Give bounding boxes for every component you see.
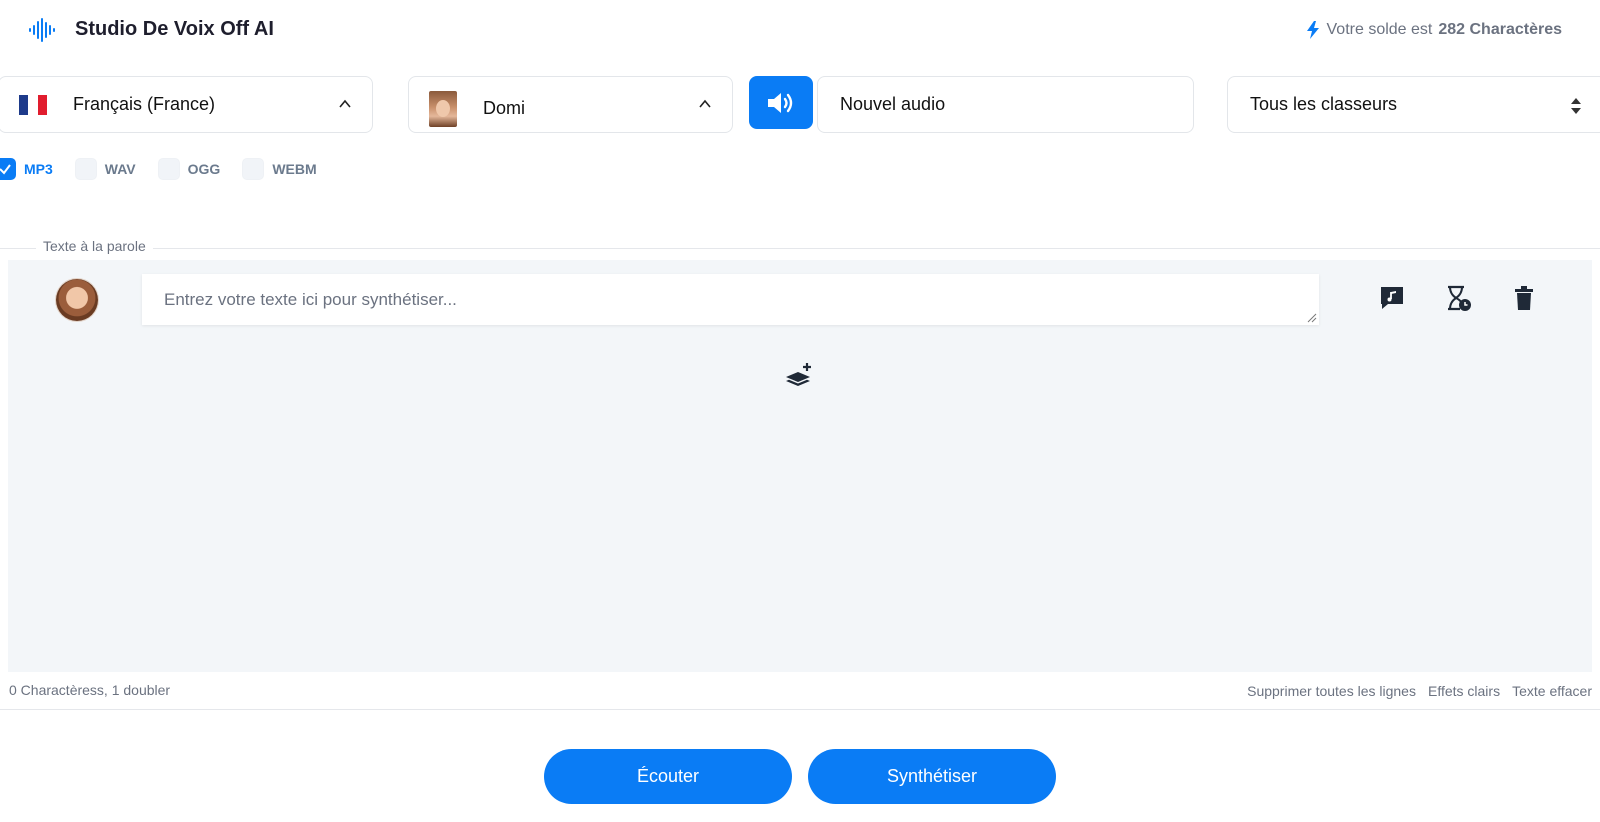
synthesize-button[interactable]: Synthétiser (808, 749, 1056, 804)
speaker-icon (768, 92, 793, 113)
add-layer-icon[interactable] (786, 362, 814, 388)
music-note-comment-icon[interactable] (1378, 284, 1406, 312)
footer-divider (0, 709, 1600, 710)
checkbox-checked-icon (0, 158, 16, 180)
format-options: MP3 WAV OGG WEBM (0, 158, 339, 180)
sort-arrows-icon (1571, 98, 1581, 114)
format-webm-checkbox[interactable]: WEBM (242, 158, 317, 180)
format-label: WAV (104, 161, 136, 177)
clear-text-link[interactable]: Texte effacer (1512, 683, 1592, 699)
language-select[interactable]: Français (France) (0, 76, 373, 133)
app-header: Studio De Voix Off AI Votre solde est 28… (0, 0, 1600, 60)
clear-effects-link[interactable]: Effets clairs (1428, 683, 1500, 699)
checkbox-icon (157, 158, 180, 180)
format-ogg-checkbox[interactable]: OGG (157, 158, 221, 180)
editor-footer-links: Supprimer toutes les lignes Effets clair… (1247, 683, 1592, 699)
text-to-speech-input[interactable] (142, 274, 1319, 325)
app-title: Studio De Voix Off AI (75, 18, 274, 40)
listen-button[interactable]: Écouter (544, 749, 792, 804)
checkbox-icon (74, 158, 97, 180)
character-count: 0 Charactèress, 1 doubler (9, 682, 171, 698)
resize-handle-icon[interactable] (1307, 313, 1317, 323)
language-label: Français (France) (73, 94, 216, 114)
france-flag-icon (19, 94, 47, 115)
format-wav-checkbox[interactable]: WAV (74, 158, 136, 180)
section-divider (0, 248, 1600, 249)
balance-prefix: Votre solde est (1326, 21, 1433, 38)
preview-voice-button[interactable] (749, 76, 813, 129)
format-label: WEBM (272, 161, 317, 177)
section-title: Texte à la parole (36, 238, 153, 254)
speaker-avatar[interactable] (56, 279, 98, 321)
format-mp3-checkbox[interactable]: MP3 (0, 158, 53, 180)
audio-name-input[interactable] (817, 76, 1194, 133)
chevron-up-icon (699, 99, 711, 108)
trash-icon[interactable] (1510, 284, 1538, 312)
balance-value: 282 Charactères (1438, 21, 1562, 38)
format-label: MP3 (24, 161, 53, 177)
folder-label: Tous les classeurs (1250, 94, 1398, 114)
checkbox-icon (242, 158, 265, 180)
voice-label: Domi (483, 98, 526, 118)
voice-avatar (429, 90, 457, 127)
delete-all-rows-link[interactable]: Supprimer toutes les lignes (1247, 683, 1416, 699)
folder-select[interactable]: Tous les classeurs (1227, 76, 1600, 133)
hourglass-clock-icon[interactable] (1444, 284, 1472, 312)
lightning-icon (1306, 21, 1319, 39)
chevron-up-icon (339, 99, 351, 108)
format-label: OGG (187, 161, 221, 177)
balance-display: Votre solde est 282 Charactères (1305, 21, 1562, 39)
voice-select[interactable]: Domi (408, 76, 733, 133)
soundwave-logo-icon (29, 18, 55, 42)
